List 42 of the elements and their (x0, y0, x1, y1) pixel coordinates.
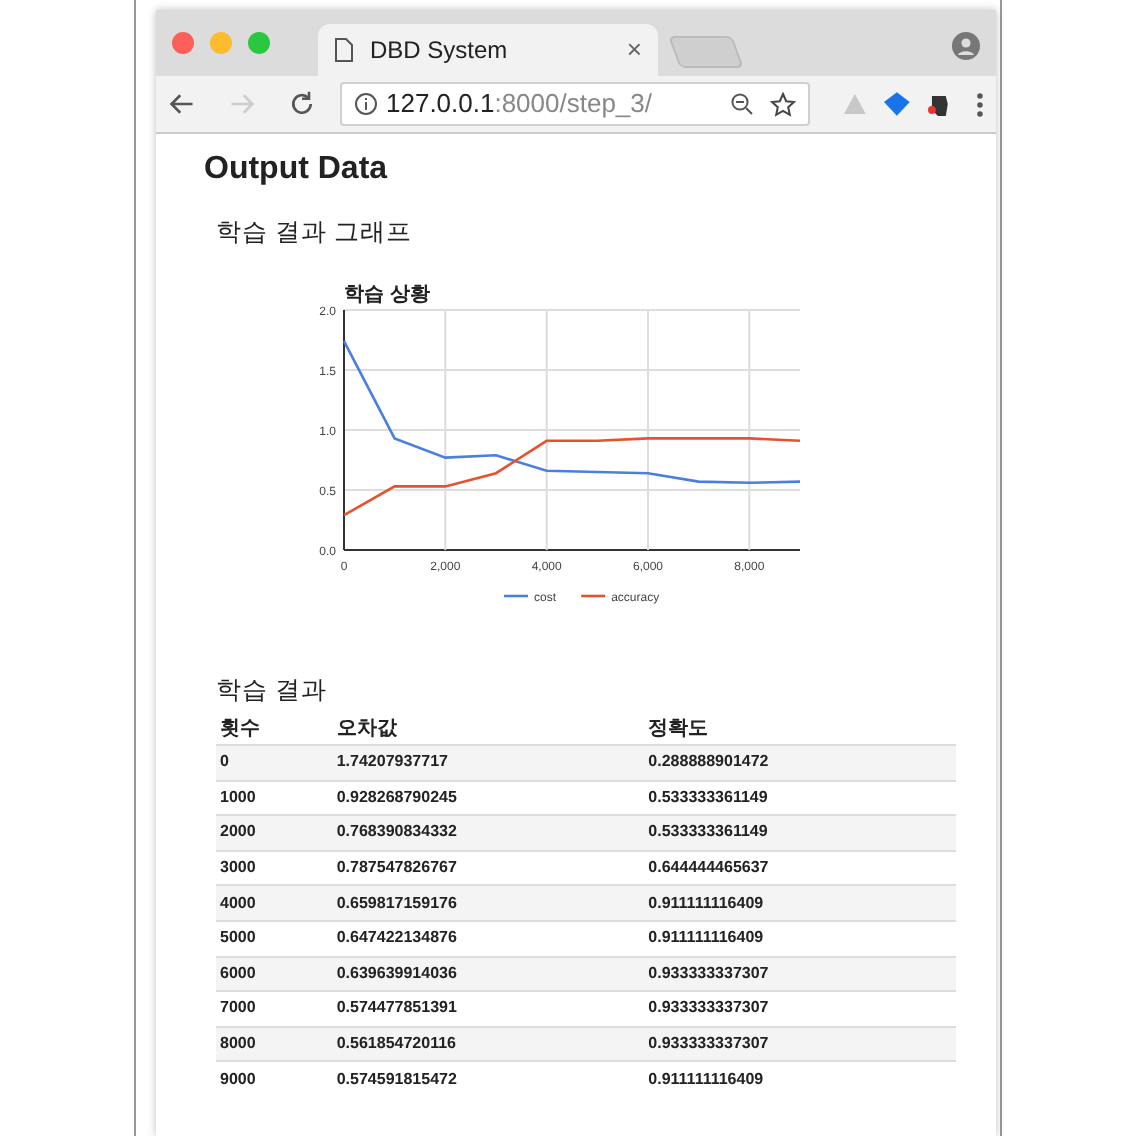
table-cell: 6000 (216, 956, 333, 992)
table-cell: 0.933333337307 (644, 956, 956, 992)
table-cell: 0.639639914036 (332, 956, 645, 992)
page-icon (334, 38, 354, 62)
legend-line-icon (504, 594, 528, 597)
section-heading: 학습 결과 그래프 (216, 216, 414, 250)
table-cell: 8000 (216, 1026, 333, 1062)
close-window-button[interactable] (172, 32, 194, 54)
zoom-out-icon[interactable] (730, 92, 755, 116)
chart-title: 학습 상황 (344, 283, 430, 306)
tab-title: DBD System (370, 34, 510, 68)
column-header: 정확도 (644, 717, 956, 745)
table-cell: 0.288888901472 (644, 745, 956, 781)
legend-line-icon (581, 594, 606, 597)
section-heading: 학습 결과 (216, 673, 329, 708)
reload-button[interactable] (288, 90, 316, 118)
table-cell: 1.74207937717 (332, 745, 645, 781)
table-cell: 0.574591815472 (332, 1061, 645, 1097)
info-icon (354, 92, 378, 116)
column-header: 오차값 (332, 717, 645, 745)
profile-icon[interactable] (952, 32, 980, 60)
table-cell: 0.533333361149 (644, 815, 956, 851)
page-title: Output Data (204, 150, 390, 190)
table-cell: 2000 (216, 815, 333, 851)
table-cell: 0.768390834332 (332, 815, 645, 851)
url-text: 127.0.0.1:8000/step_3/ (386, 86, 655, 123)
column-header: 횟수 (216, 717, 333, 745)
table-cell: 0.933333337307 (644, 1026, 956, 1062)
menu-icon[interactable] (976, 91, 985, 117)
table-cell: 0.561854720116 (332, 1026, 645, 1062)
table-cell: 4000 (216, 885, 333, 921)
table-cell: 0.659817159176 (332, 885, 645, 921)
table-cell: 0.911111116409 (644, 1061, 956, 1097)
table-cell: 0 (216, 745, 333, 781)
address-bar[interactable]: 127.0.0.1:8000/step_3/ (340, 82, 811, 126)
star-icon[interactable] (770, 91, 797, 117)
table-cell: 9000 (216, 1061, 333, 1097)
diamond-extension-icon[interactable] (884, 92, 911, 116)
browser-tab[interactable]: DBD System × (318, 24, 658, 76)
table-cell: 0.911111116409 (644, 885, 956, 921)
close-tab-button[interactable]: × (626, 30, 642, 70)
back-button[interactable] (168, 90, 196, 118)
